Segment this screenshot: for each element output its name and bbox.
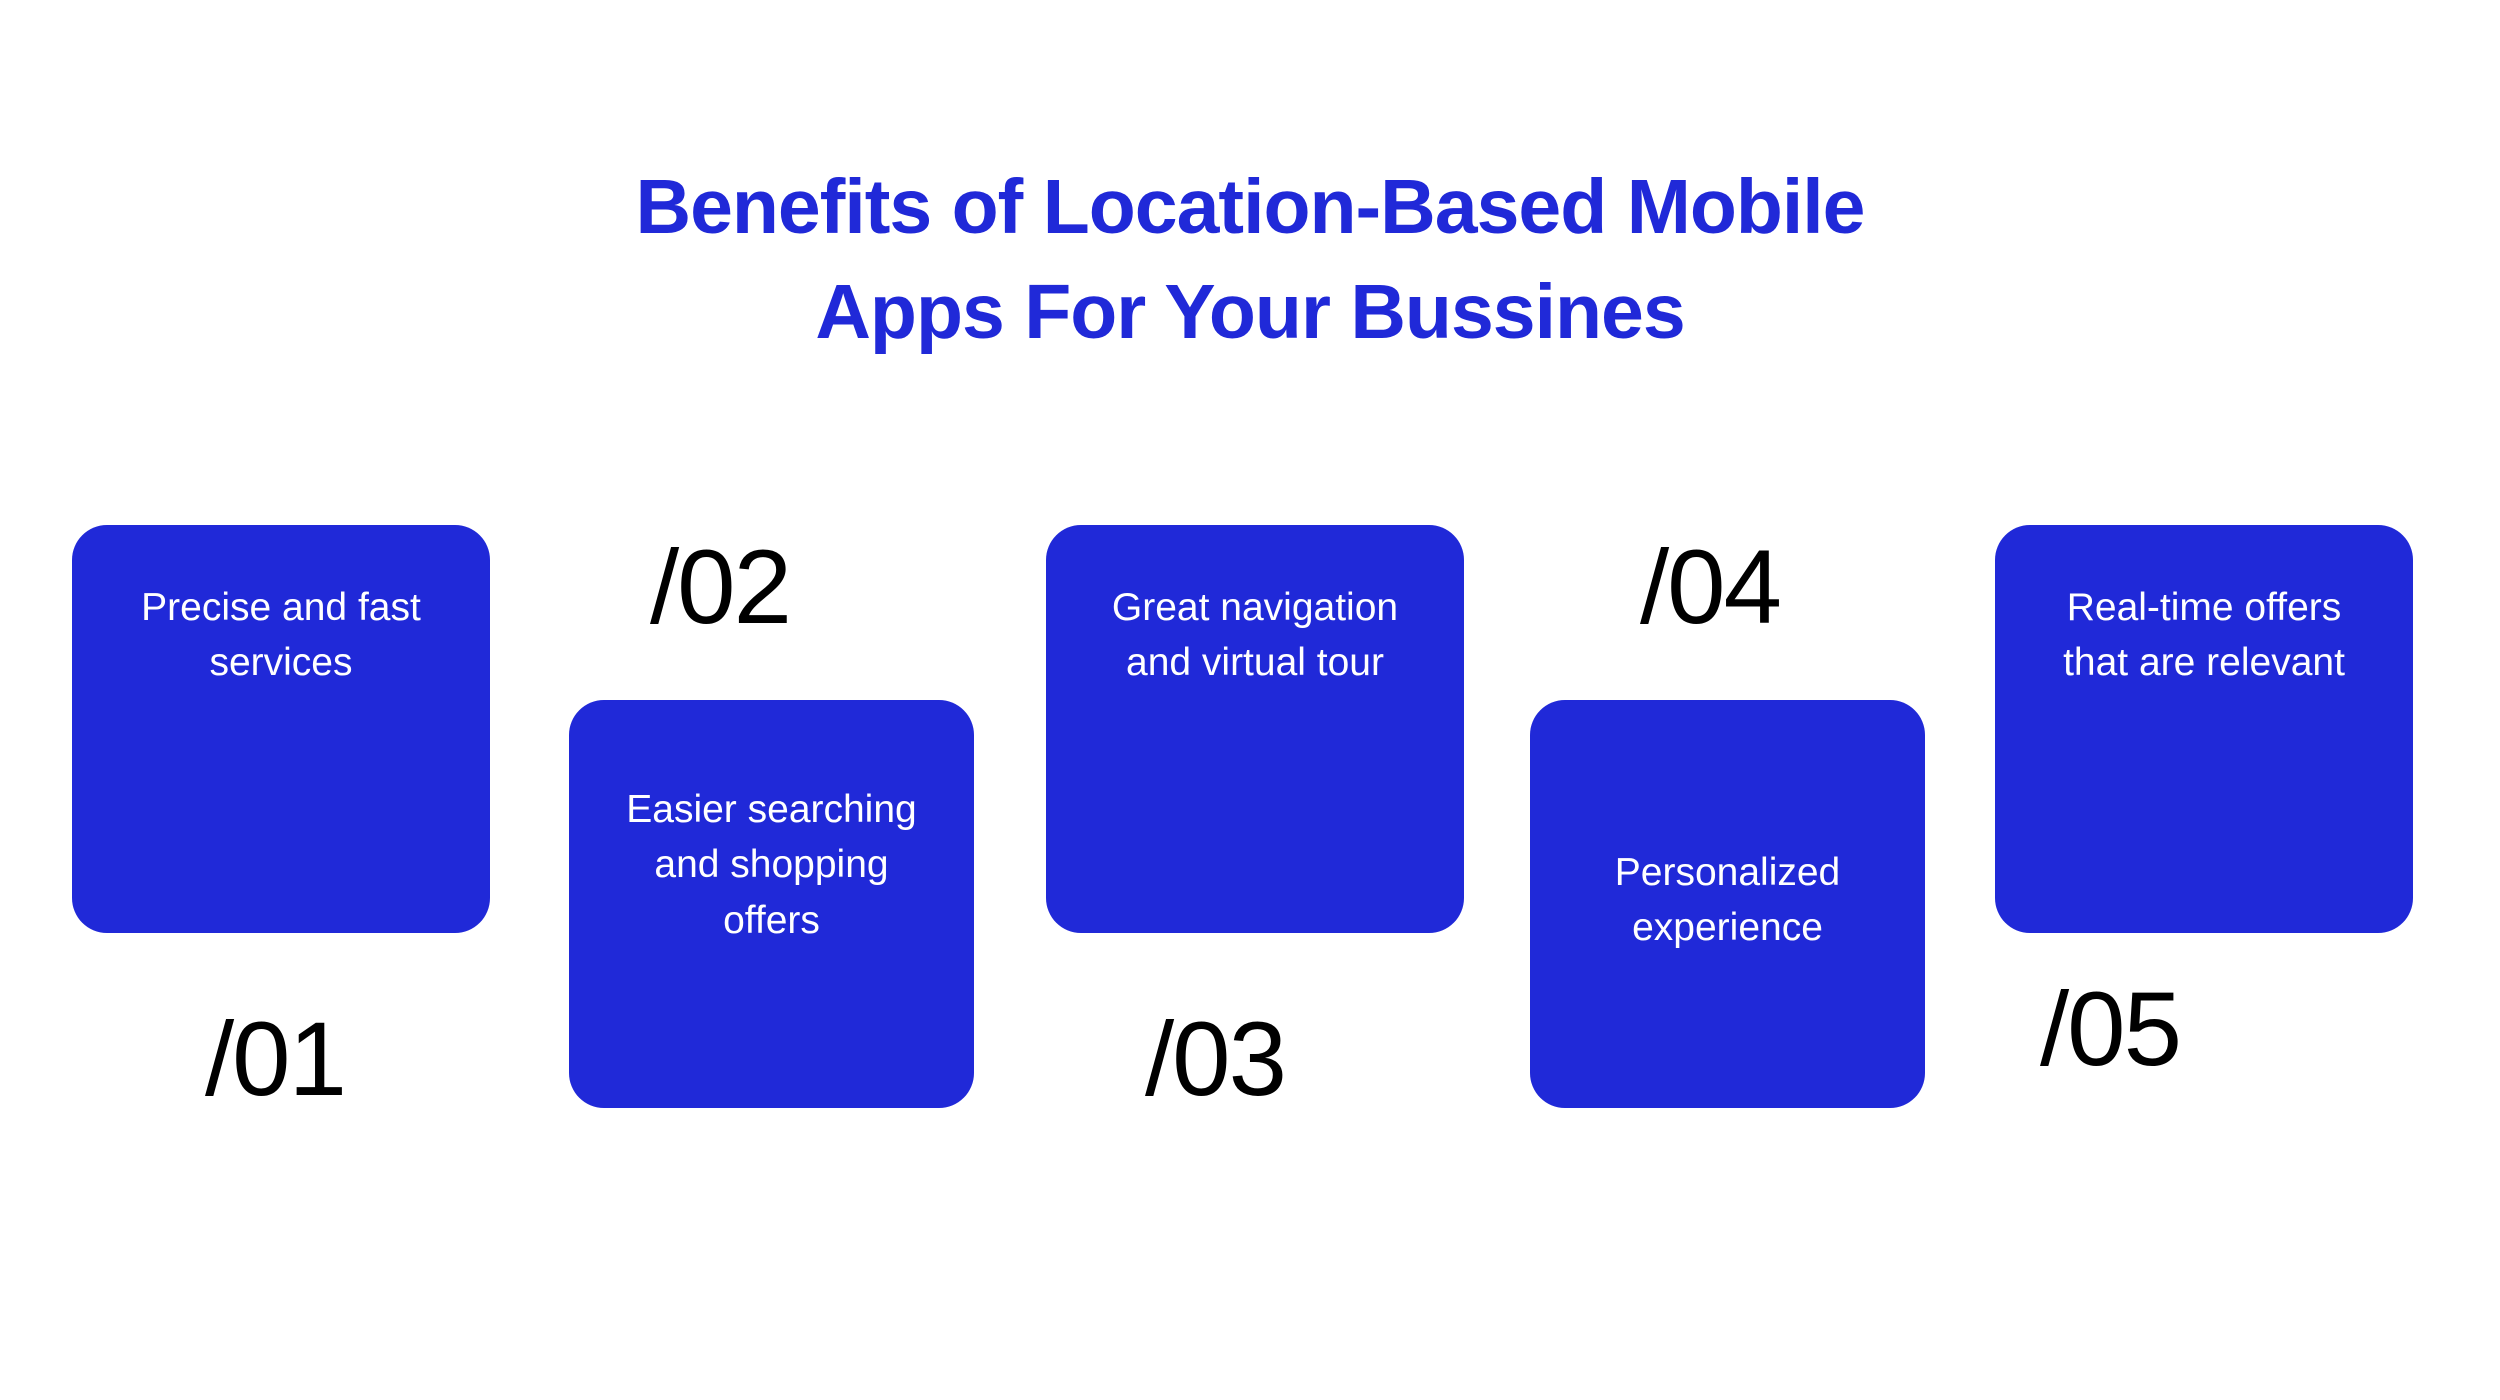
- benefit-card-3: Great navigation and virtual tour: [1046, 525, 1464, 933]
- diagram-title: Benefits of Location-Based Mobile Apps F…: [550, 155, 1950, 366]
- benefit-card-4: Personalized experience: [1530, 700, 1925, 1108]
- number-label-02: /02: [650, 528, 790, 648]
- benefit-card-1-text: Precise and fast services: [141, 586, 421, 684]
- number-label-04: /04: [1640, 528, 1780, 648]
- benefit-card-5-text: Real-time offers that are relevant: [2063, 586, 2345, 684]
- number-label-03: /03: [1145, 1000, 1285, 1120]
- benefit-card-1: Precise and fast services: [72, 525, 490, 933]
- number-label-05: /05: [2040, 970, 2180, 1090]
- benefit-card-3-text: Great navigation and virtual tour: [1112, 586, 1398, 684]
- benefit-card-2-text: Easier searching and shopping offers: [626, 788, 916, 942]
- benefit-card-5: Real-time offers that are relevant: [1995, 525, 2413, 933]
- benefit-card-2: Easier searching and shopping offers: [569, 700, 974, 1108]
- number-label-01: /01: [205, 1000, 345, 1120]
- benefit-card-4-text: Personalized experience: [1615, 851, 1840, 949]
